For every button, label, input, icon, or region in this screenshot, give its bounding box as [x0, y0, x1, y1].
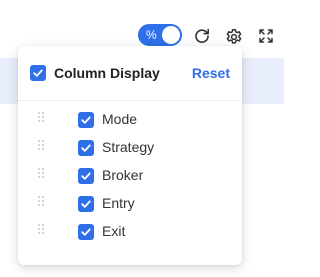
- popover-title: Column Display: [54, 65, 160, 81]
- column-checkbox[interactable]: [78, 168, 94, 184]
- column-item-entry[interactable]: Entry: [18, 188, 242, 216]
- check-icon: [33, 69, 43, 77]
- fullscreen-icon[interactable]: [256, 26, 276, 46]
- drag-handle-icon[interactable]: [37, 166, 45, 178]
- column-checkbox[interactable]: [78, 224, 94, 240]
- column-checkbox[interactable]: [78, 196, 94, 212]
- column-label: Broker: [102, 167, 144, 183]
- checkbox-box: [30, 65, 46, 81]
- column-checkbox[interactable]: [78, 140, 94, 156]
- percent-toggle-label: %: [146, 28, 157, 42]
- drag-handle-icon[interactable]: [37, 110, 45, 122]
- drag-handle-icon[interactable]: [37, 138, 45, 150]
- refresh-icon[interactable]: [192, 26, 212, 46]
- column-label: Exit: [102, 223, 126, 239]
- column-item-broker[interactable]: Broker: [18, 160, 242, 188]
- percent-toggle[interactable]: %: [138, 24, 182, 46]
- reset-button[interactable]: Reset: [192, 64, 230, 82]
- column-list: Mode Strategy Broker Entry Exit: [18, 104, 242, 244]
- column-display-popover: Column Display Reset Mode Strategy Broke…: [18, 46, 242, 265]
- check-icon: [81, 144, 91, 152]
- select-all-checkbox[interactable]: [30, 65, 46, 81]
- column-checkbox[interactable]: [78, 112, 94, 128]
- drag-handle-icon[interactable]: [37, 194, 45, 206]
- gear-icon[interactable]: [224, 27, 244, 47]
- column-item-mode[interactable]: Mode: [18, 104, 242, 132]
- check-icon: [81, 200, 91, 208]
- check-icon: [81, 228, 91, 236]
- drag-handle-icon[interactable]: [37, 222, 45, 234]
- column-label: Mode: [102, 111, 138, 127]
- check-icon: [81, 172, 91, 180]
- column-item-strategy[interactable]: Strategy: [18, 132, 242, 160]
- column-item-exit[interactable]: Exit: [18, 216, 242, 244]
- check-icon: [81, 116, 91, 124]
- column-label: Entry: [102, 195, 135, 211]
- column-label: Strategy: [102, 139, 155, 155]
- popover-header: Column Display Reset: [18, 46, 242, 101]
- toggle-knob: [162, 26, 180, 44]
